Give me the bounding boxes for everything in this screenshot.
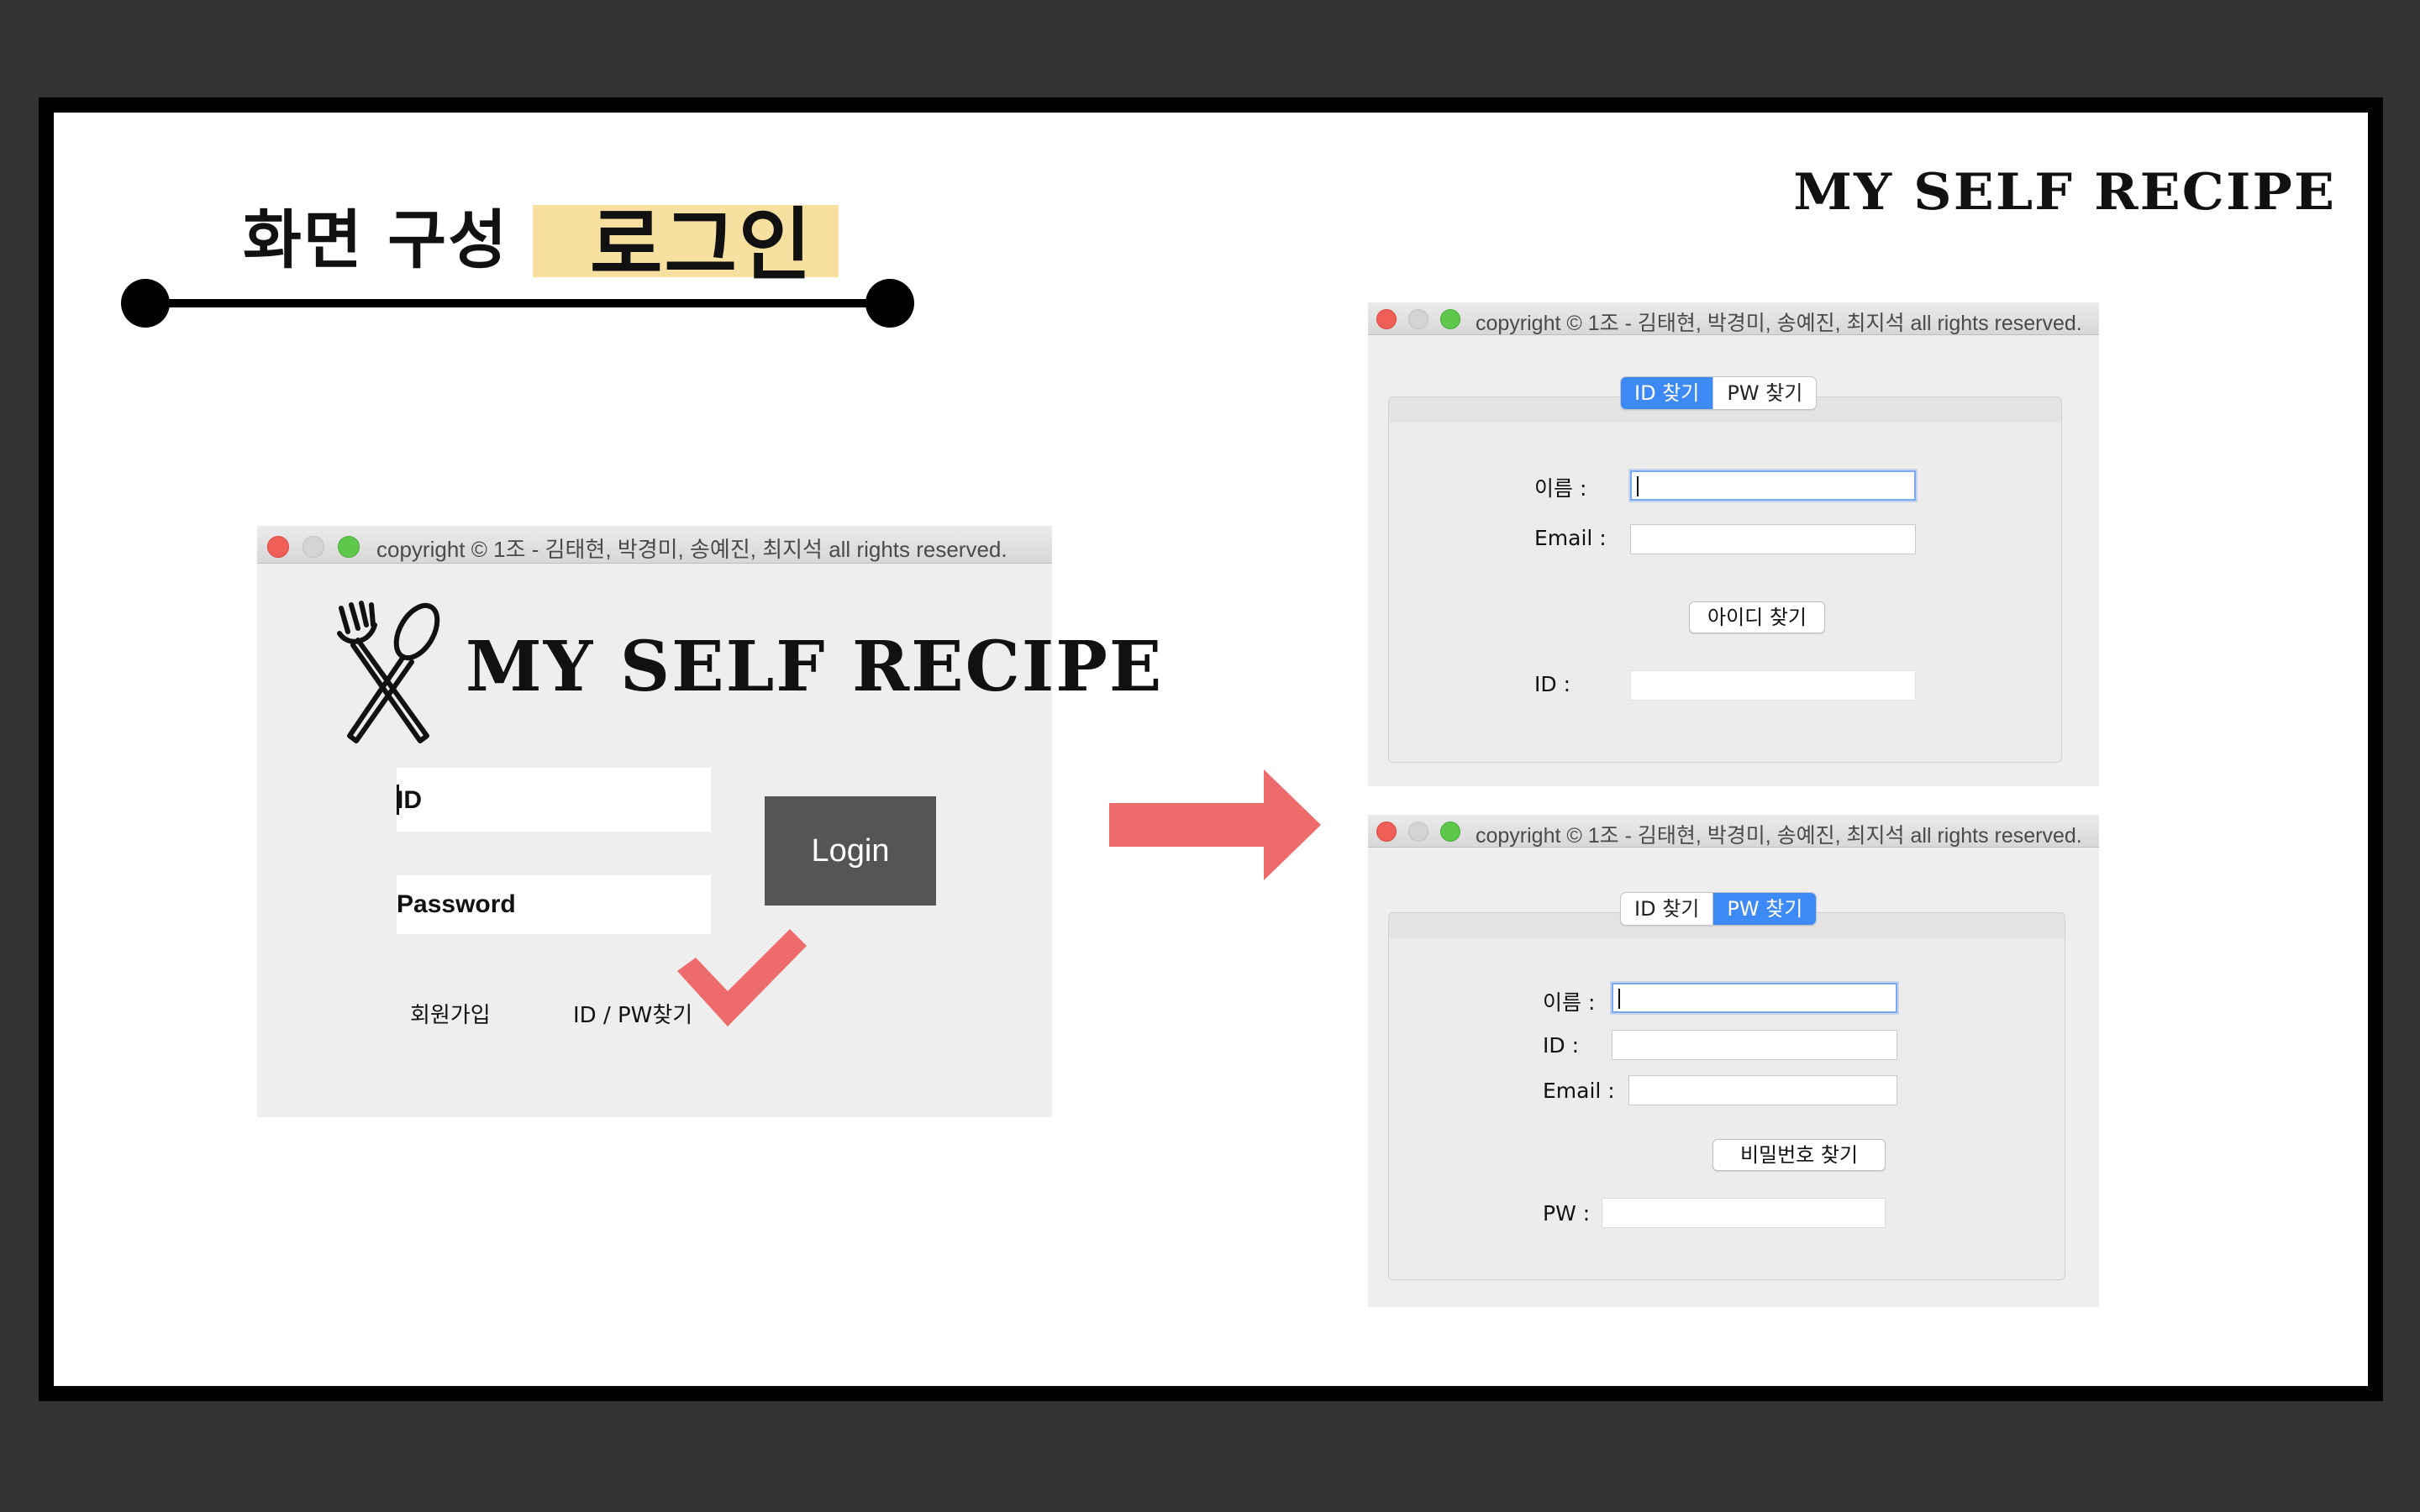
signup-link[interactable]: 회원가입	[410, 998, 491, 1029]
id-placeholder: ID	[397, 786, 422, 814]
find-id-tabs: ID 찾기 PW 찾기	[1620, 376, 1818, 410]
text-caret	[1637, 476, 1639, 496]
find-pw-button[interactable]: 비밀번호 찾기	[1712, 1139, 1886, 1171]
zoom-button[interactable]	[1440, 822, 1460, 842]
name-label: 이름 :	[1534, 476, 1587, 501]
tab-id-find[interactable]: ID 찾기	[1621, 893, 1712, 925]
find-id-titlebar: copyright © 1조 - 김태현, 박경미, 송예진, 최지석 all …	[1368, 302, 2099, 335]
login-logo-text: MY SELF RECIPE	[466, 627, 1164, 707]
pw-result-label: PW :	[1543, 1201, 1591, 1226]
name-label: 이름 :	[1543, 990, 1596, 1015]
id-result-label: ID :	[1534, 672, 1570, 696]
id-label: ID :	[1543, 1033, 1579, 1058]
tab-pw-find[interactable]: PW 찾기	[1712, 377, 1816, 409]
slide-subheading: 로그인	[590, 200, 813, 291]
window-title: copyright © 1조 - 김태현, 박경미, 송예진, 최지석 all …	[376, 537, 1007, 562]
checkmark-icon	[677, 929, 807, 1026]
fork-spoon-icon	[337, 601, 440, 743]
brand-logo: MY SELF RECIPE	[1793, 163, 2336, 222]
slide-heading: 화면 구성	[243, 202, 509, 277]
close-button[interactable]	[267, 536, 289, 558]
find-id-button[interactable]: 아이디 찾기	[1689, 601, 1825, 633]
window-title: copyright © 1조 - 김태현, 박경미, 송예진, 최지석 all …	[1476, 824, 2082, 848]
tab-id-find[interactable]: ID 찾기	[1621, 377, 1713, 409]
minimize-button[interactable]	[1408, 309, 1428, 329]
slide: 화면 구성 로그인 MY SELF RECIPE copyright © 1조 …	[39, 97, 2383, 1401]
password-placeholder: Password	[397, 890, 516, 918]
minimize-button[interactable]	[1408, 822, 1428, 842]
email-label: Email :	[1543, 1079, 1615, 1103]
text-caret	[397, 785, 399, 815]
find-pw-window: copyright © 1조 - 김태현, 박경미, 송예진, 최지석 all …	[1368, 815, 2099, 1307]
underline-dot-right	[865, 279, 914, 328]
login-button[interactable]: Login	[765, 796, 936, 906]
name-input[interactable]	[1612, 983, 1897, 1013]
close-button[interactable]	[1376, 309, 1397, 329]
zoom-button[interactable]	[1440, 309, 1460, 329]
login-window-titlebar: copyright © 1조 - 김태현, 박경미, 송예진, 최지석 all …	[257, 526, 1052, 564]
find-pw-tabs: ID 찾기 PW 찾기	[1620, 892, 1818, 926]
tab-pw-find[interactable]: PW 찾기	[1712, 893, 1817, 925]
close-button[interactable]	[1376, 822, 1397, 842]
pw-result-field	[1602, 1198, 1886, 1228]
window-title: copyright © 1조 - 김태현, 박경미, 송예진, 최지석 all …	[1476, 312, 2082, 335]
email-input[interactable]	[1630, 524, 1916, 554]
zoom-button[interactable]	[338, 536, 360, 558]
text-caret	[1618, 989, 1620, 1009]
arrow-right-icon	[1109, 769, 1321, 880]
underline-dot-left	[121, 279, 170, 328]
email-label: Email :	[1534, 526, 1607, 550]
find-id-panel	[1388, 396, 2062, 763]
find-id-window: copyright © 1조 - 김태현, 박경미, 송예진, 최지석 all …	[1368, 302, 2099, 786]
email-input[interactable]	[1628, 1075, 1897, 1105]
minimize-button[interactable]	[302, 536, 324, 558]
login-window: copyright © 1조 - 김태현, 박경미, 송예진, 최지석 all …	[257, 526, 1161, 1117]
id-input[interactable]	[397, 768, 711, 832]
id-result-field	[1630, 670, 1916, 701]
find-pw-titlebar: copyright © 1조 - 김태현, 박경미, 송예진, 최지석 all …	[1368, 815, 2099, 848]
name-input[interactable]	[1630, 470, 1916, 501]
id-input[interactable]	[1612, 1030, 1897, 1060]
title-underline	[138, 299, 892, 307]
